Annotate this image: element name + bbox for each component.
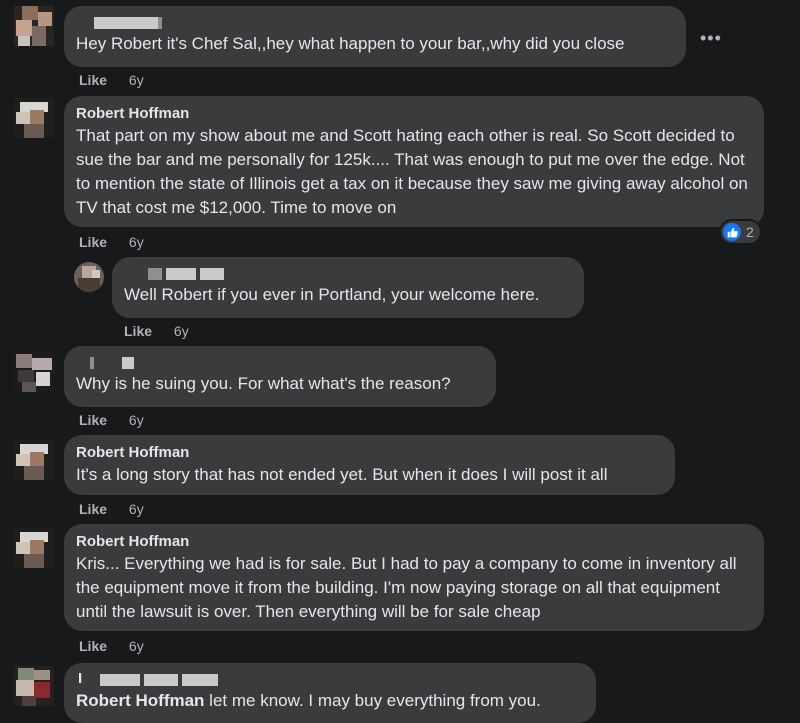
comment-actions: Like 6y [79,233,144,251]
more-options-icon[interactable]: ••• [700,29,722,47]
author-name-redacted[interactable] [76,354,484,370]
comment-actions: Like 6y [124,322,189,340]
author-initial: I [78,670,83,687]
reply-bubble: Well Robert if you ever in Portland, you… [112,257,584,318]
like-button[interactable]: Like [79,72,107,88]
avatar[interactable] [14,6,54,46]
avatar[interactable] [14,528,54,568]
comment-text: Well Robert if you ever in Portland, you… [124,285,540,304]
comment-actions: Like 6y [79,500,144,518]
reaction-count: 2 [746,224,754,240]
avatar[interactable] [14,352,54,392]
avatar[interactable] [14,440,54,480]
comment-actions: Like 6y [79,637,144,655]
like-button[interactable]: Like [79,412,107,428]
timestamp[interactable]: 6y [174,323,189,339]
comment-text: Hey Robert it's Chef Sal,,hey what happe… [76,34,625,53]
comment-text: It's a long story that has not ended yet… [76,465,608,484]
comment-bubble: Robert Hoffman It's a long story that ha… [64,435,675,495]
author-name-redacted[interactable] [76,14,674,30]
like-button[interactable]: Like [124,323,152,339]
comment-bubble: I Robert Hoffman let me know. I may buy … [64,663,596,723]
like-reaction-icon [723,223,741,241]
avatar[interactable] [14,98,54,138]
comment-actions: Like 6y [79,411,144,429]
timestamp[interactable]: 6y [129,72,144,88]
like-button[interactable]: Like [79,234,107,250]
comment-bubble: Hey Robert it's Chef Sal,,hey what happe… [64,6,686,67]
like-button[interactable]: Like [79,638,107,654]
author-name[interactable]: Robert Hoffman [76,104,752,124]
timestamp[interactable]: 6y [129,501,144,517]
avatar[interactable] [14,666,54,706]
author-name-redacted[interactable] [124,265,572,281]
comment-text: Robert Hoffman let me know. I may buy ev… [76,691,541,710]
timestamp[interactable]: 6y [129,638,144,654]
comment-bubble: Robert Hoffman Kris... Everything we had… [64,524,764,631]
avatar[interactable] [74,262,104,292]
mention-link[interactable]: Robert Hoffman [76,691,204,710]
like-button[interactable]: Like [79,501,107,517]
comment-text: Kris... Everything we had is for sale. B… [76,554,737,621]
comment-bubble: Why is he suing you. For what what's the… [64,346,496,407]
comment-text: Why is he suing you. For what what's the… [76,374,451,393]
timestamp[interactable]: 6y [129,234,144,250]
comment-actions: Like 6y [79,71,144,89]
comment-text: That part on my show about me and Scott … [76,126,748,217]
author-name[interactable]: Robert Hoffman [76,532,752,552]
timestamp[interactable]: 6y [129,412,144,428]
author-name-redacted[interactable]: I [76,670,584,687]
comment-bubble: Robert Hoffman That part on my show abou… [64,96,764,227]
reaction-summary[interactable]: 2 [721,221,760,243]
author-name[interactable]: Robert Hoffman [76,443,663,463]
